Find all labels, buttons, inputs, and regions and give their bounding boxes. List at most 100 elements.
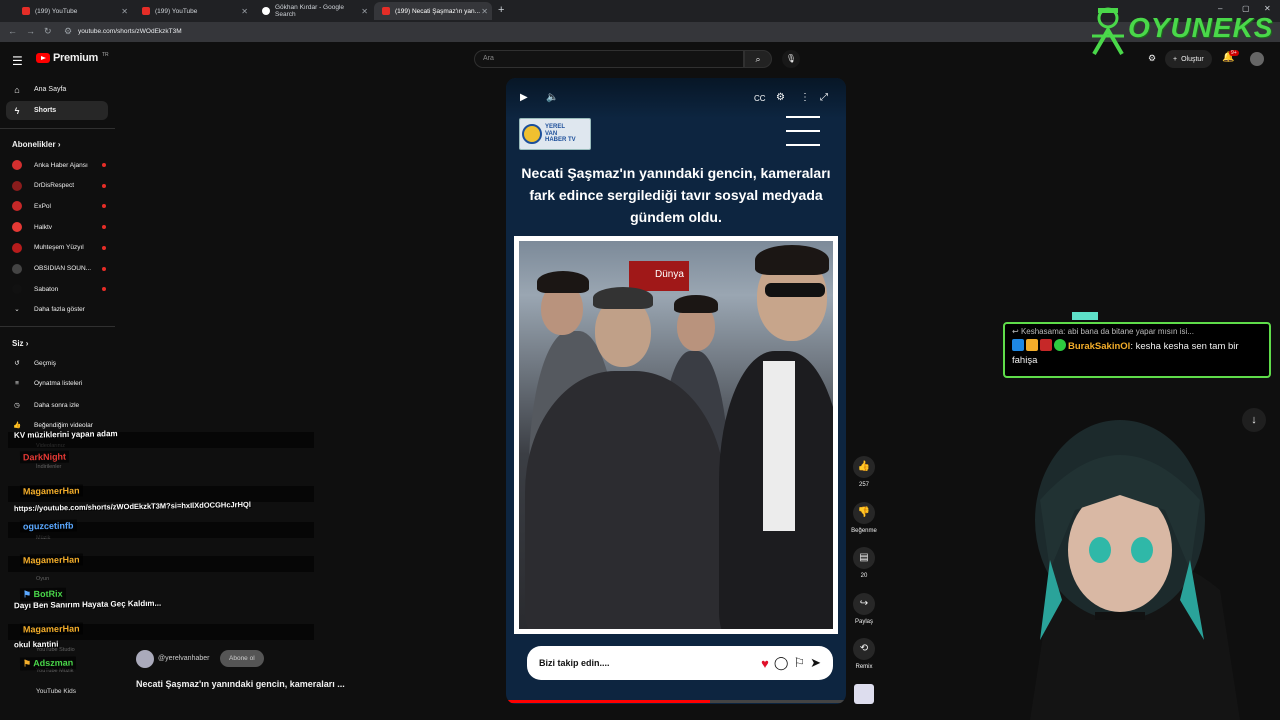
sidebar-item-subscription[interactable]: Anka Haber Ajansı xyxy=(12,160,106,170)
close-tab-icon[interactable]: ✕ xyxy=(121,7,128,16)
bookmark-icon: ⚐ xyxy=(793,655,806,670)
captions-icon[interactable]: CC xyxy=(754,94,766,103)
close-tab-icon[interactable]: ✕ xyxy=(481,7,488,16)
dislike-button[interactable]: 👎 Beğenme xyxy=(850,502,878,534)
remix-button[interactable]: ⟲ Remix xyxy=(850,638,878,670)
video-title[interactable]: Necati Şaşmaz'ın yanındaki gencin, kamer… xyxy=(136,679,345,689)
history-icon: ↺ xyxy=(14,360,20,367)
chat-username: ⚑ Adszman xyxy=(19,656,77,671)
channel-avatar[interactable] xyxy=(136,650,154,668)
brand-mascot-icon xyxy=(1092,7,1124,56)
forward-icon[interactable]: → xyxy=(26,26,35,36)
person-center xyxy=(525,371,725,629)
decor-line xyxy=(786,130,820,132)
menu-icon[interactable]: ☰ xyxy=(12,54,23,68)
youtube-play-icon xyxy=(36,53,50,63)
chat-message: okul kantini xyxy=(13,639,59,650)
sidebar-item-subscription[interactable]: Sabaton xyxy=(12,284,106,295)
sidebar-item-subscription[interactable]: DrDisRespect xyxy=(12,180,106,191)
sidebar-item-liked[interactable]: 👍 Beğendiğim videolar xyxy=(12,421,102,430)
show-more-button[interactable]: ⌄ Daha fazla göster xyxy=(12,305,102,314)
play-icon[interactable]: ▶ xyxy=(520,92,528,103)
thumbs-down-icon: 👎 xyxy=(853,502,875,524)
decor-line xyxy=(786,144,820,146)
playlist-icon: ≡ xyxy=(15,380,19,387)
channel-watermark-logo: YEREL VAN HABER TV xyxy=(519,118,591,150)
youtube-favicon-icon xyxy=(142,7,150,15)
browser-tab-2[interactable]: (199) YouTube ✕ xyxy=(134,2,252,20)
more-options-icon[interactable]: ⋮ xyxy=(800,92,810,103)
live-indicator-icon xyxy=(102,163,106,167)
subscriptions-header[interactable]: Abonelikler › xyxy=(12,140,60,149)
share-button[interactable]: ↪ Paylaş xyxy=(850,593,878,625)
comment-icon: ▤ xyxy=(853,547,875,569)
video-headline: Necati Şaşmaz'ın yanındaki gencin, kamer… xyxy=(521,165,831,225)
sidebar-item-subscription[interactable]: Halktv xyxy=(12,222,106,233)
like-button[interactable]: 👍 257 xyxy=(850,456,878,488)
brand-logo-text: OYUNEKS xyxy=(1128,12,1274,43)
chat-username: DarkNight xyxy=(19,450,70,464)
close-tab-icon[interactable]: ✕ xyxy=(241,7,248,16)
create-button[interactable]: + Oluştur xyxy=(1165,50,1212,68)
sidebar-item-history[interactable]: ↺ Geçmiş xyxy=(12,359,102,368)
twitch-badge-icon xyxy=(1012,339,1024,351)
shield-badge-icon xyxy=(1040,339,1052,351)
tab-strip: (199) YouTube ✕ (199) YouTube ✕ Gökhan Kır… xyxy=(0,0,1280,22)
url-field[interactable]: youtube.com/shorts/zWOdEkzkT3M xyxy=(78,28,182,35)
vtuber-avatar xyxy=(1030,420,1240,720)
new-tab-icon[interactable]: + xyxy=(498,4,504,16)
crown-badge-icon xyxy=(1026,339,1038,351)
back-icon[interactable]: ← xyxy=(8,26,17,36)
browser-tab-4[interactable]: (199) Necati Şaşmaz'ın yan... ✕ xyxy=(374,2,492,20)
search-input[interactable]: Ara xyxy=(474,50,744,68)
chat-username: MagamerHan xyxy=(19,484,83,498)
microphone-icon[interactable]: 🎙 xyxy=(782,50,800,68)
settings-icon[interactable]: ⚙ xyxy=(776,92,785,103)
sidebar-item-gaming[interactable]: Oyun xyxy=(36,576,126,582)
live-indicator-icon xyxy=(102,266,106,271)
browser-tab-1[interactable]: (199) YouTube ✕ xyxy=(14,2,132,20)
site-info-icon[interactable]: ⚙ xyxy=(64,26,72,37)
avatar[interactable] xyxy=(1250,52,1264,66)
channel-avatar-icon xyxy=(12,160,22,170)
sidebar-item-shorts[interactable]: ϟ Shorts xyxy=(6,101,108,120)
youtube-logo[interactable]: Premium TR xyxy=(36,52,109,64)
sidebar-item-downloads[interactable]: İndirilenler xyxy=(36,464,126,470)
chat-username: oguzcetinfb xyxy=(19,519,77,533)
fullscreen-icon[interactable]: ⤢ xyxy=(820,92,828,103)
subscribe-button[interactable]: Abone ol xyxy=(220,650,264,667)
sub-badge-icon: ⚑ xyxy=(22,658,32,669)
notification-badge: 9+ xyxy=(1229,50,1239,56)
sidebar-item-playlists[interactable]: ≡ Oynatma listeleri xyxy=(12,380,102,387)
thumbs-up-icon: 👍 xyxy=(853,456,875,478)
chat-username: ⚑ BotRix xyxy=(19,587,66,602)
shorts-player[interactable]: ▶ 🔈 CC ⚙ ⋮ ⤢ YEREL VAN HABER TV Necati Şaş… xyxy=(506,78,846,704)
sidebar-item-watch-later[interactable]: ◷ Daha sonra izle xyxy=(12,401,102,410)
channel-avatar-icon xyxy=(12,180,22,191)
settings-icon[interactable]: ⚙ xyxy=(1148,53,1156,64)
you-header[interactable]: Siz › xyxy=(12,339,28,348)
close-tab-icon[interactable]: ✕ xyxy=(361,7,368,16)
chat-username: MagamerHan xyxy=(19,622,83,636)
sidebar-item-home[interactable]: ⌂ Ana Sayfa xyxy=(6,80,108,99)
sidebar-item-yt-kids[interactable]: YouTube Kids xyxy=(36,688,126,695)
sound-thumbnail[interactable] xyxy=(854,684,874,704)
live-indicator-icon xyxy=(102,245,106,250)
send-icon: ➤ xyxy=(810,655,821,670)
volume-icon[interactable]: 🔈 xyxy=(546,92,558,103)
channel-handle[interactable]: @yerelvanhaber xyxy=(158,655,209,662)
chat-message: KV müziklerini yapan adam xyxy=(13,429,118,440)
sidebar-item-subscription[interactable]: ExPol xyxy=(12,201,106,212)
chevron-right-icon: › xyxy=(25,339,29,348)
sidebar-item-subscription[interactable]: Muhteşem Yüzyıl xyxy=(12,242,106,253)
youtube-favicon-icon xyxy=(22,7,30,15)
reload-icon[interactable]: ↻ xyxy=(44,26,52,37)
background-sign: Dünya xyxy=(629,261,689,291)
browser-tab-3[interactable]: Gökhan Kırdar - Google Search ✕ xyxy=(254,2,372,20)
stream-chat-box: ↩ Keshasama: abi bana da bitane yapar mı… xyxy=(1003,322,1271,378)
sidebar-item-subscription[interactable]: OBSIDIAN SOUN... xyxy=(12,263,106,274)
address-bar: ← → ↻ ⚙ youtube.com/shorts/zWOdEkzkT3M xyxy=(0,22,1280,42)
progress-bar[interactable] xyxy=(506,700,846,703)
search-icon[interactable]: ⌕ xyxy=(744,50,772,68)
comments-button[interactable]: ▤ 20 xyxy=(850,547,878,579)
